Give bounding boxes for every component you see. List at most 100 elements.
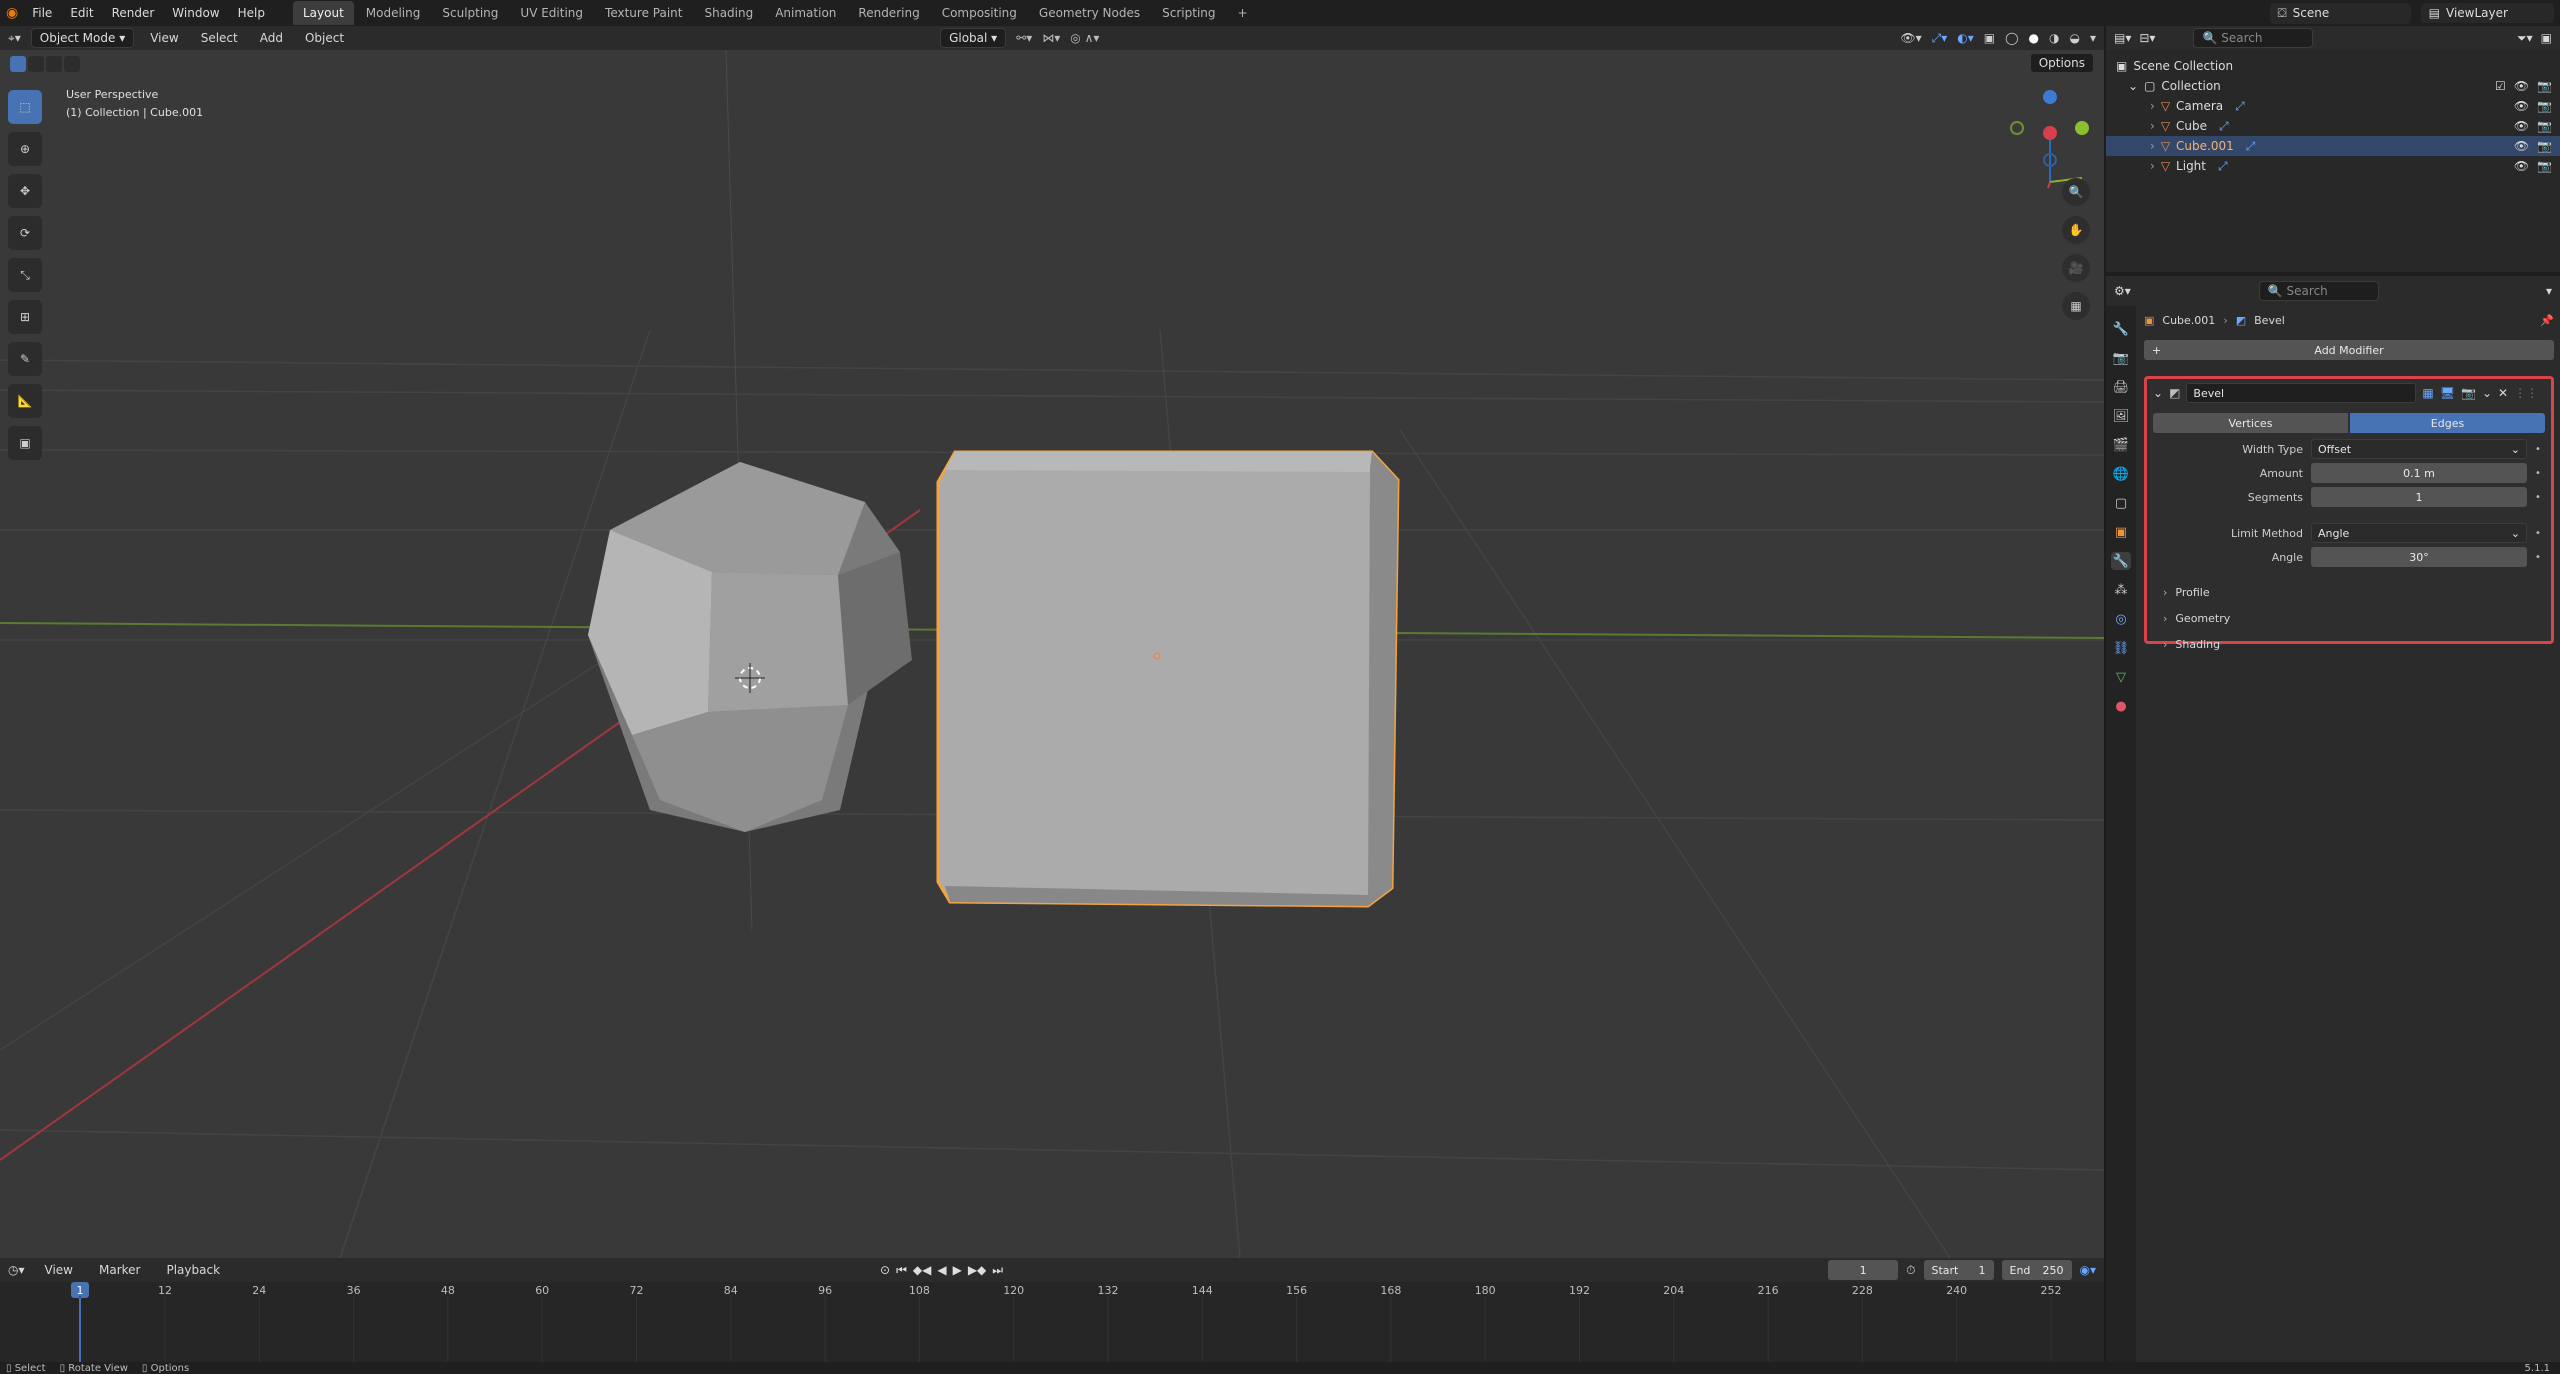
expand-icon[interactable]: ›	[2150, 119, 2155, 133]
object-data-icon[interactable]: ⤢	[2235, 99, 2245, 114]
render-camera-icon[interactable]: 📷	[2537, 139, 2552, 153]
outliner-search[interactable]: 🔍 Search	[2193, 28, 2314, 48]
modifier-name-field[interactable]: Bevel	[2186, 383, 2417, 403]
scale-tool-icon[interactable]: ⤡	[8, 258, 42, 292]
pivot-icon[interactable]: ⚯▾	[1016, 31, 1032, 45]
expand-icon[interactable]: ›	[2150, 139, 2155, 153]
shading-options-icon[interactable]: ▾	[2090, 31, 2096, 45]
subpanel-shading[interactable]: › Shading	[2153, 633, 2545, 655]
tab-sculpting[interactable]: Sculpting	[432, 1, 508, 25]
autokey-icon[interactable]: ⊙	[880, 1263, 890, 1278]
tool-tab-icon[interactable]: 🔧	[2111, 320, 2131, 338]
shading-solid-icon[interactable]: ●	[2029, 31, 2039, 45]
annotate-tool-icon[interactable]: ✎	[8, 342, 42, 376]
physics-tab-icon[interactable]: ◎	[2111, 610, 2131, 628]
next-key-icon[interactable]: ▶◆	[968, 1263, 986, 1278]
properties-editor-icon[interactable]: ⚙▾	[2114, 284, 2131, 298]
object-tab-icon[interactable]: ▣	[2111, 523, 2131, 541]
view-layer-tab-icon[interactable]: 🖼	[2111, 407, 2131, 425]
display-mode-icon[interactable]: ⊟▾	[2139, 31, 2155, 45]
viewport-menu-add[interactable]: Add	[254, 29, 289, 47]
select-box-tool-icon[interactable]: ⬚	[8, 90, 42, 124]
subpanel-profile[interactable]: › Profile	[2153, 581, 2545, 603]
collection-tab-icon[interactable]: ▢	[2111, 494, 2131, 512]
overlay-icon[interactable]: ◐▾	[1957, 31, 1974, 45]
gizmo-icon[interactable]: ⤢▾	[1932, 31, 1948, 46]
snap-icon[interactable]: ⋈▾	[1042, 31, 1060, 45]
ortho-grid-icon[interactable]: ▦	[2062, 292, 2090, 320]
tab-rendering[interactable]: Rendering	[848, 1, 929, 25]
visibility-eye-icon[interactable]: 👁	[2514, 99, 2529, 113]
xray-icon[interactable]: ▣	[1984, 31, 1995, 45]
zoom-icon[interactable]: 🔍	[2062, 178, 2090, 206]
options-button[interactable]: Options	[2029, 53, 2094, 73]
select-extend-icon[interactable]	[28, 56, 44, 72]
timeline-menu-playback[interactable]: Playback	[160, 1261, 226, 1279]
keyframe-dot-icon[interactable]: •	[2535, 468, 2541, 479]
constraints-tab-icon[interactable]: ⛓	[2111, 639, 2131, 657]
scene-selector[interactable]: ⛋ Scene	[2269, 2, 2411, 24]
add-workspace-icon[interactable]: +	[1228, 1, 1258, 25]
outliner-item-cube[interactable]: › ▽ Cube ⤢ 👁 📷	[2106, 116, 2560, 136]
select-new-icon[interactable]	[10, 56, 26, 72]
affect-vertices-button[interactable]: Vertices	[2153, 413, 2348, 433]
orientation-dropdown[interactable]: Global ▾	[940, 28, 1007, 48]
render-tab-icon[interactable]: 📷	[2111, 349, 2131, 367]
start-frame-field[interactable]: Start 1	[1923, 1260, 1994, 1280]
property-value-field[interactable]: Angle ⌄	[2311, 523, 2527, 543]
visibility-eye-icon[interactable]: 👁	[2514, 119, 2529, 133]
play-reverse-icon[interactable]: ◀	[937, 1263, 946, 1278]
mode-dropdown[interactable]: Object Mode ▾	[30, 28, 135, 48]
properties-options-icon[interactable]: ▾	[2546, 284, 2552, 298]
collection-row[interactable]: ⌄ ▢ Collection ☑ 👁 📷	[2106, 76, 2560, 96]
property-value-field[interactable]: 30°	[2311, 547, 2527, 567]
select-subtract-icon[interactable]	[46, 56, 62, 72]
tab-uv-editing[interactable]: UV Editing	[510, 1, 593, 25]
render-camera-icon[interactable]: 📷	[2537, 99, 2552, 113]
visibility-eye-icon[interactable]: 👁	[2514, 159, 2529, 173]
affect-edges-button[interactable]: Edges	[2350, 413, 2545, 433]
pan-hand-icon[interactable]: ✋	[2062, 216, 2090, 244]
visibility-eye-icon[interactable]: 👁	[2514, 79, 2529, 93]
scene-tab-icon[interactable]: 🎬	[2111, 436, 2131, 454]
editmode-toggle-icon[interactable]: ▦	[2422, 386, 2433, 400]
outliner-item-light[interactable]: › ▽ Light ⤢ 👁 📷	[2106, 156, 2560, 176]
navigation-gizmo[interactable]	[2010, 90, 2089, 189]
tab-animation[interactable]: Animation	[765, 1, 846, 25]
tab-modeling[interactable]: Modeling	[356, 1, 431, 25]
prev-key-icon[interactable]: ◆◀	[913, 1263, 931, 1278]
select-invert-icon[interactable]	[64, 56, 80, 72]
tab-compositing[interactable]: Compositing	[932, 1, 1027, 25]
expand-icon[interactable]: ›	[2150, 159, 2155, 173]
menu-window[interactable]: Window	[164, 2, 227, 24]
cube-object-beveled[interactable]	[588, 462, 912, 832]
object-data-icon[interactable]: ⤢	[2246, 139, 2256, 154]
world-tab-icon[interactable]: 🌐	[2111, 465, 2131, 483]
keyframe-dot-icon[interactable]: •	[2535, 552, 2541, 563]
property-value-field[interactable]: Offset ⌄	[2311, 439, 2527, 459]
viewlayer-selector[interactable]: ▤ ViewLayer	[2420, 3, 2554, 23]
viewport-menu-view[interactable]: View	[144, 29, 184, 47]
render-toggle-icon[interactable]: 📷	[2461, 386, 2476, 400]
filter-icon[interactable]: ⏷▾	[2517, 31, 2533, 46]
keyframe-dot-icon[interactable]: •	[2535, 528, 2541, 539]
rotate-tool-icon[interactable]: ⟳	[8, 216, 42, 250]
properties-search[interactable]: 🔍 Search	[2258, 281, 2379, 301]
modifier-tab-icon[interactable]: 🔧	[2111, 552, 2131, 570]
render-camera-icon[interactable]: 📷	[2537, 159, 2552, 173]
measure-tool-icon[interactable]: 📐	[8, 384, 42, 418]
tab-texture-paint[interactable]: Texture Paint	[595, 1, 692, 25]
cursor-tool-icon[interactable]: ⊕	[8, 132, 42, 166]
menu-edit[interactable]: Edit	[62, 2, 101, 24]
camera-view-icon[interactable]: 🎥	[2062, 254, 2090, 282]
menu-file[interactable]: File	[24, 2, 60, 24]
proportional-edit-icon[interactable]: ◎ ∧▾	[1070, 31, 1099, 45]
3d-viewport[interactable]: User Perspective (1) Collection | Cube.0…	[0, 50, 2104, 1258]
keyframe-dot-icon[interactable]: •	[2535, 492, 2541, 503]
collapse-chevron-icon[interactable]: ⌄	[2153, 386, 2163, 400]
keyframe-dot-icon[interactable]: •	[2535, 444, 2541, 455]
transform-tool-icon[interactable]: ⊞	[8, 300, 42, 334]
new-collection-icon[interactable]: ▣	[2541, 31, 2552, 45]
timeline-track[interactable]: 1 12 24 36 48 60 72 84 96 108 120 132 144 156 168 180 19…	[0, 1282, 2104, 1362]
shading-wireframe-icon[interactable]: ◯	[2005, 31, 2018, 45]
